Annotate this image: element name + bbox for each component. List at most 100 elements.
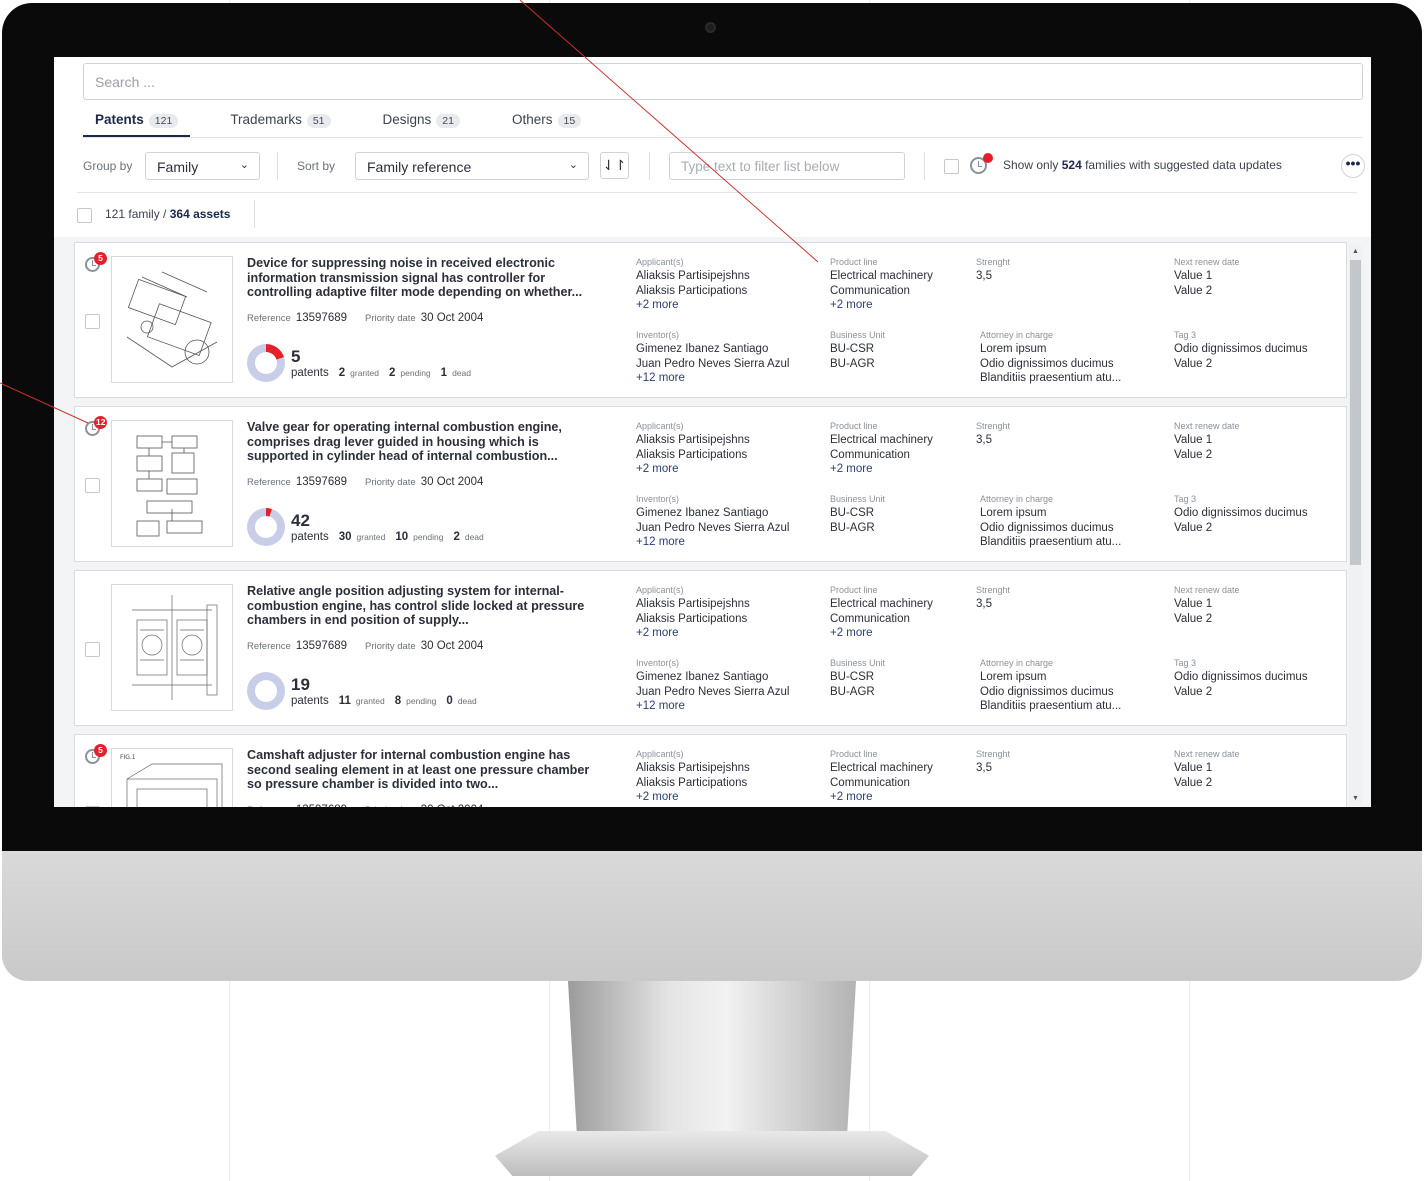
field-value: Blanditiis praesentium atu... (980, 536, 1122, 548)
next-renew-field: Next renew date Value 1 Value 2 (1174, 749, 1240, 789)
patent-drawing-image[interactable] (111, 584, 233, 711)
field-value: Gimenez Ibanez Santiago (636, 507, 769, 519)
field-value: Communication (830, 284, 910, 297)
scroll-up-icon[interactable]: ▲ (1352, 248, 1359, 255)
field-value: Odio dignissimos ducimus (1174, 507, 1308, 519)
field-value: Communication (830, 612, 910, 625)
family-title[interactable]: Camshaft adjuster for internal combustio… (247, 748, 597, 792)
tab-designs[interactable]: Designs 21 (371, 107, 472, 137)
divider (277, 152, 278, 180)
family-meta: Reference13597689Priority date30 Oct 200… (247, 804, 483, 807)
tab-count-badge: 21 (436, 114, 460, 128)
field-value: Communication (830, 448, 910, 461)
field-value: Aliaksis Participations (636, 284, 748, 297)
filter-bar: Group by Family ⌄ Sort by Family referenc… (83, 152, 1368, 180)
tag3-field: Tag 3 Odio dignissimos ducimus Value 2 (1174, 658, 1308, 698)
attorney-field: Attorney in charge Lorem ipsum Odio dignis… (980, 658, 1122, 712)
sort-icon: ⇃↾ (602, 157, 627, 173)
field-value: Value 1 (1174, 598, 1213, 610)
more-options-button[interactable]: ••• (1341, 154, 1365, 178)
sort-direction-button[interactable]: ⇃↾ (600, 152, 629, 179)
patent-drawing-image[interactable] (111, 420, 233, 547)
scrollbar-thumb[interactable] (1350, 260, 1361, 565)
show-more-link[interactable]: +2 more (830, 298, 933, 313)
field-value: Electrical machinery (830, 270, 933, 282)
card-checkbox[interactable] (85, 806, 100, 807)
show-more-link[interactable]: +2 more (636, 790, 750, 805)
field-value: BU-AGR (830, 685, 875, 698)
card-checkbox[interactable] (85, 314, 100, 329)
tab-count-badge: 51 (306, 114, 331, 128)
chevron-down-icon: ⌄ (568, 159, 578, 171)
tabs-divider (83, 137, 1363, 138)
product-line-field: Product line Electrical machinery Communic… (830, 749, 933, 805)
field-value: BU-CSR (830, 671, 875, 683)
strength-field: Strenght 3,5 (976, 421, 1011, 446)
inventors-field: Inventor(s) Gimenez Ibanez Santiago Juan P… (636, 330, 790, 386)
tab-others[interactable]: Others 15 (500, 107, 593, 137)
family-title[interactable]: Valve gear for operating internal combus… (247, 420, 597, 464)
sort-by-select[interactable]: Family reference ⌄ (355, 152, 589, 180)
show-more-link[interactable]: +12 more (636, 535, 789, 550)
show-more-link[interactable]: +2 more (830, 790, 933, 805)
show-more-link[interactable]: +12 more (636, 699, 789, 714)
patent-drawing-image[interactable] (111, 256, 233, 383)
search-input[interactable]: Search ... (83, 63, 1363, 100)
family-card[interactable]: 5 Device for suppressing noise in receive… (74, 242, 1347, 398)
suggested-updates-label: Show only 524 families with suggested da… (1003, 158, 1282, 172)
field-value: Blanditiis praesentium atu... (980, 700, 1122, 712)
group-by-select[interactable]: Family ⌄ (145, 152, 260, 180)
field-value: Aliaksis Participations (636, 776, 748, 789)
product-line-field: Product line Electrical machinery Communic… (830, 421, 933, 477)
monitor-stand (495, 981, 929, 1181)
field-value: Electrical machinery (830, 762, 933, 774)
suggested-updates-checkbox[interactable] (944, 159, 959, 174)
field-value: Blanditiis praesentium atu... (980, 372, 1122, 384)
family-card[interactable]: 12 Valve gear for operating internal comb… (74, 406, 1347, 562)
show-more-link[interactable]: +2 more (636, 626, 750, 641)
field-value: Value 2 (1174, 776, 1213, 789)
field-value: Juan Pedro Neves Sierra Azul (636, 685, 790, 698)
field-value: Aliaksis Partisipejshns (636, 762, 750, 774)
show-more-link[interactable]: +2 more (636, 298, 750, 313)
field-value: Value 1 (1174, 270, 1213, 282)
field-value: Value 1 (1174, 434, 1213, 446)
product-line-field: Product line Electrical machinery Communic… (830, 585, 933, 641)
field-value: Value 2 (1174, 284, 1213, 297)
family-card[interactable]: Relative angle position adjusting system… (74, 570, 1347, 726)
show-more-link[interactable]: +2 more (830, 462, 933, 477)
field-value: Value 2 (1174, 448, 1213, 461)
tab-trademarks[interactable]: Trademarks 51 (218, 107, 342, 137)
list-scrollbar[interactable]: ▲ ▼ (1349, 245, 1362, 805)
show-more-link[interactable]: +2 more (636, 462, 750, 477)
next-renew-field: Next renew date Value 1 Value 2 (1174, 585, 1240, 625)
field-value: Electrical machinery (830, 434, 933, 446)
patent-status-counts: patents 11 granted 8 pending 0 dead (291, 695, 477, 707)
field-value: Value 2 (1174, 685, 1213, 698)
filter-list-input[interactable]: Type text to filter list below (669, 152, 905, 180)
divider (924, 152, 925, 180)
tab-patents[interactable]: Patents 121 (83, 107, 191, 137)
next-renew-field: Next renew date Value 1 Value 2 (1174, 257, 1240, 297)
family-card[interactable]: 5 FIG.1 Camshaft adjuster for internal com… (74, 734, 1347, 807)
family-title[interactable]: Device for suppressing noise in received… (247, 256, 597, 300)
card-checkbox[interactable] (85, 642, 100, 657)
svg-text:FIG.1: FIG.1 (120, 754, 136, 761)
monitor-frame: Search ... Patents 121 Trademarks 51 Desig… (0, 0, 1424, 984)
alert-dot-icon (983, 153, 993, 163)
patent-drawing-image[interactable]: FIG.1 (111, 748, 233, 807)
field-value: Value 2 (1174, 521, 1213, 534)
patent-status-counts: patents 30 granted 10 pending 2 dead (291, 531, 484, 543)
show-more-link[interactable]: +12 more (636, 371, 789, 386)
tag3-field: Tag 3 Odio dignissimos ducimus Value 2 (1174, 330, 1308, 370)
applicants-field: Applicant(s) Aliaksis Partisipejshns Aliak… (636, 257, 750, 313)
field-value: Value 1 (1174, 762, 1213, 774)
show-more-link[interactable]: +2 more (830, 626, 933, 641)
card-checkbox[interactable] (85, 478, 100, 493)
select-all-checkbox[interactable] (77, 208, 92, 223)
field-value: Juan Pedro Neves Sierra Azul (636, 521, 790, 534)
business-unit-field: Business Unit BU-CSR BU-AGR (830, 658, 886, 698)
applicants-field: Applicant(s) Aliaksis Partisipejshns Aliak… (636, 421, 750, 477)
scroll-down-icon[interactable]: ▼ (1352, 795, 1359, 802)
family-title[interactable]: Relative angle position adjusting system… (247, 584, 597, 628)
